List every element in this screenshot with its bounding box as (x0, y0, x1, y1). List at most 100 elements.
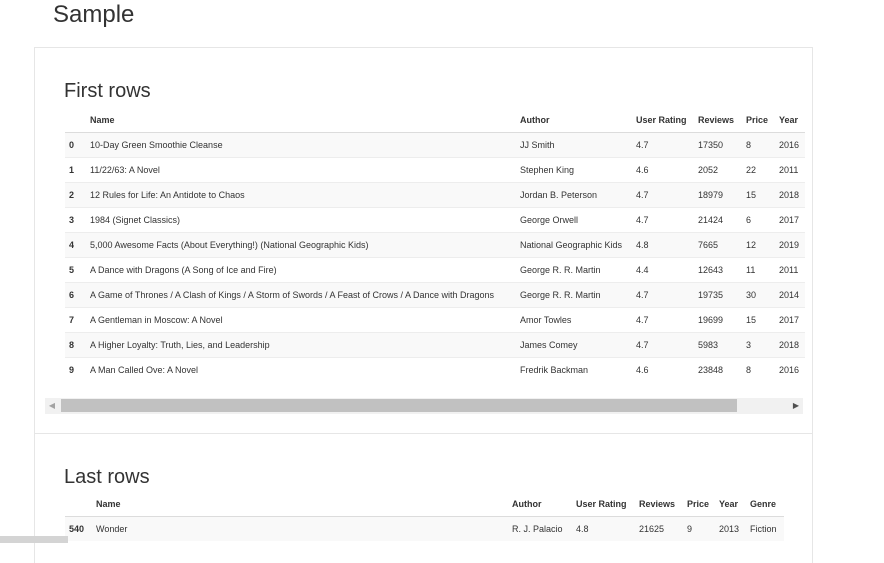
cell-reviews: 18979 (694, 182, 742, 208)
column-header-author[interactable]: Author (516, 108, 632, 133)
table-row: 6 A Game of Thrones / A Clash of Kings /… (65, 282, 805, 308)
table-row: 0 10-Day Green Smoothie Cleanse JJ Smith… (65, 132, 805, 158)
cell-price: 15 (742, 307, 775, 333)
column-header-index[interactable] (65, 492, 92, 517)
row-index: 7 (65, 307, 86, 333)
cell-name: 12 Rules for Life: An Antidote to Chaos (86, 182, 516, 208)
table-row: 2 12 Rules for Life: An Antidote to Chao… (65, 182, 805, 208)
cell-user-rating: 4.4 (632, 257, 694, 283)
last-rows-card: Last rows Name Author User Rating Review… (34, 433, 813, 563)
scrollbar-thumb[interactable] (61, 399, 737, 412)
row-index: 2 (65, 182, 86, 208)
cell-author: National Geographic Kids (516, 232, 632, 258)
table-header-row: Name Author User Rating Reviews Price Ye… (65, 492, 784, 517)
horizontal-scrollbar[interactable]: ◀ ▶ (45, 398, 803, 414)
cell-year: 2018 (775, 332, 805, 358)
cell-user-rating: 4.8 (572, 516, 635, 541)
cell-name: 5,000 Awesome Facts (About Everything!) … (86, 232, 516, 258)
cell-price: 3 (742, 332, 775, 358)
cell-name: A Higher Loyalty: Truth, Lies, and Leade… (86, 332, 516, 358)
column-header-user-rating[interactable]: User Rating (572, 492, 635, 517)
cell-author: R. J. Palacio (508, 516, 572, 541)
cell-author: George R. R. Martin (516, 257, 632, 283)
row-index: 4 (65, 232, 86, 258)
table-row: 8 A Higher Loyalty: Truth, Lies, and Lea… (65, 332, 805, 358)
cell-reviews: 23848 (694, 357, 742, 382)
column-header-author[interactable]: Author (508, 492, 572, 517)
cell-name: 10-Day Green Smoothie Cleanse (86, 132, 516, 158)
table-row: 4 5,000 Awesome Facts (About Everything!… (65, 232, 805, 258)
row-index: 1 (65, 157, 86, 183)
cell-year: 2014 (775, 282, 805, 308)
column-header-price[interactable]: Price (683, 492, 715, 517)
cell-year: 2017 (775, 207, 805, 233)
cell-price: 8 (742, 357, 775, 382)
cell-price: 8 (742, 132, 775, 158)
last-rows-heading: Last rows (64, 466, 150, 488)
cell-user-rating: 4.7 (632, 282, 694, 308)
column-header-reviews[interactable]: Reviews (635, 492, 683, 517)
cell-author: JJ Smith (516, 132, 632, 158)
last-rows-table: Name Author User Rating Reviews Price Ye… (65, 492, 784, 541)
cell-year: 2011 (775, 157, 805, 183)
page-title: Sample (53, 1, 135, 28)
cell-name: 11/22/63: A Novel (86, 157, 516, 183)
window-scrollbar-thumb[interactable] (0, 536, 68, 543)
cell-user-rating: 4.8 (632, 232, 694, 258)
table-row: 7 A Gentleman in Moscow: A Novel Amor To… (65, 307, 805, 333)
row-index: 9 (65, 357, 86, 382)
cell-reviews: 17350 (694, 132, 742, 158)
cell-user-rating: 4.6 (632, 357, 694, 382)
cell-genre: Fiction (746, 516, 784, 541)
scroll-left-arrow-icon[interactable]: ◀ (45, 398, 59, 414)
cell-price: 6 (742, 207, 775, 233)
column-header-year[interactable]: Year (775, 108, 805, 133)
row-index: 6 (65, 282, 86, 308)
cell-name: A Game of Thrones / A Clash of Kings / A… (86, 282, 516, 308)
cell-user-rating: 4.7 (632, 207, 694, 233)
cell-price: 9 (683, 516, 715, 541)
row-index: 8 (65, 332, 86, 358)
column-header-year[interactable]: Year (715, 492, 746, 517)
cell-name: Wonder (92, 516, 508, 541)
cell-price: 11 (742, 257, 775, 283)
cell-name: 1984 (Signet Classics) (86, 207, 516, 233)
column-header-index[interactable] (65, 108, 86, 133)
row-index: 5 (65, 257, 86, 283)
cell-reviews: 5983 (694, 332, 742, 358)
column-header-price[interactable]: Price (742, 108, 775, 133)
cell-year: 2018 (775, 182, 805, 208)
first-rows-heading: First rows (64, 80, 151, 102)
column-header-user-rating[interactable]: User Rating (632, 108, 694, 133)
cell-reviews: 12643 (694, 257, 742, 283)
cell-author: George R. R. Martin (516, 282, 632, 308)
cell-year: 2013 (715, 516, 746, 541)
table-row: 9 A Man Called Ove: A Novel Fredrik Back… (65, 357, 805, 382)
cell-name: A Man Called Ove: A Novel (86, 357, 516, 382)
cell-year: 2016 (775, 132, 805, 158)
cell-price: 15 (742, 182, 775, 208)
cell-price: 30 (742, 282, 775, 308)
cell-user-rating: 4.7 (632, 307, 694, 333)
cell-price: 22 (742, 157, 775, 183)
table-row: 5 A Dance with Dragons (A Song of Ice an… (65, 257, 805, 283)
scroll-right-arrow-icon[interactable]: ▶ (789, 398, 803, 414)
table-row: 1 11/22/63: A Novel Stephen King 4.6 205… (65, 157, 805, 183)
column-header-reviews[interactable]: Reviews (694, 108, 742, 133)
cell-price: 12 (742, 232, 775, 258)
column-header-name[interactable]: Name (86, 108, 516, 133)
cell-author: James Comey (516, 332, 632, 358)
cell-author: Fredrik Backman (516, 357, 632, 382)
column-header-genre[interactable]: Genre (746, 492, 784, 517)
cell-year: 2019 (775, 232, 805, 258)
first-rows-card: First rows Name Author User Rating Revie… (34, 47, 813, 434)
cell-user-rating: 4.6 (632, 157, 694, 183)
cell-name: A Dance with Dragons (A Song of Ice and … (86, 257, 516, 283)
column-header-name[interactable]: Name (92, 492, 508, 517)
table-header-row: Name Author User Rating Reviews Price Ye… (65, 108, 805, 133)
cell-author: Stephen King (516, 157, 632, 183)
row-index: 540 (65, 516, 92, 541)
cell-author: Jordan B. Peterson (516, 182, 632, 208)
cell-year: 2011 (775, 257, 805, 283)
table-row: 540 Wonder R. J. Palacio 4.8 21625 9 201… (65, 516, 784, 541)
